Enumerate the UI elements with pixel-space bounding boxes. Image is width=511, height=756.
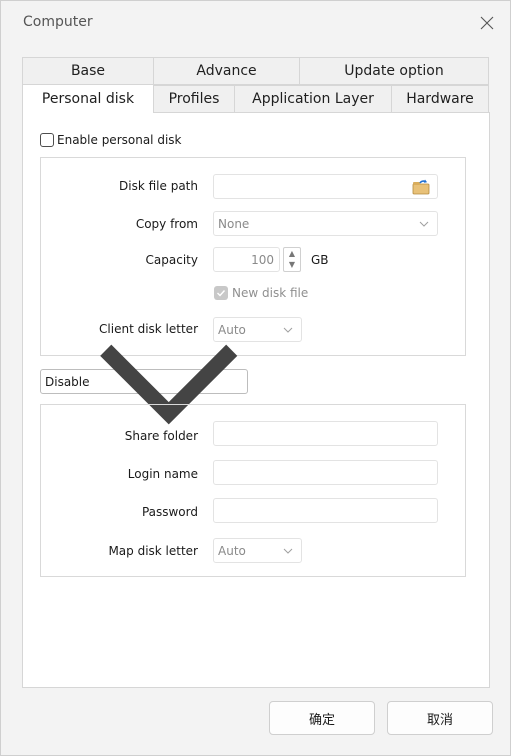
capacity-value: 100 bbox=[251, 252, 274, 267]
tab-application-layer[interactable]: Application Layer bbox=[234, 85, 392, 113]
chevron-down-icon bbox=[419, 221, 429, 227]
password-input[interactable] bbox=[213, 498, 438, 523]
dialog-window: Computer Base Advance Update option Pers… bbox=[0, 0, 511, 756]
disk-file-path-input[interactable] bbox=[213, 174, 438, 199]
new-disk-file-checkbox[interactable]: New disk file bbox=[214, 286, 308, 300]
capacity-input[interactable]: 100 bbox=[213, 247, 280, 272]
stepper-down-icon[interactable]: ▼ bbox=[284, 259, 300, 270]
stepper-up-icon[interactable]: ▲ bbox=[284, 248, 300, 259]
tab-strip: Base Advance Update option Personal disk… bbox=[22, 57, 490, 113]
cancel-button[interactable]: 取消 bbox=[387, 701, 493, 735]
folder-refresh-icon bbox=[412, 179, 430, 195]
title-bar: Computer bbox=[1, 1, 510, 45]
window-title: Computer bbox=[23, 14, 93, 30]
ok-button[interactable]: 确定 bbox=[269, 701, 375, 735]
close-button[interactable] bbox=[470, 7, 504, 39]
login-name-label: Login name bbox=[127, 467, 198, 481]
tab-label: Profiles bbox=[168, 91, 220, 107]
tab-label: Personal disk bbox=[41, 91, 135, 107]
tab-update-option[interactable]: Update option bbox=[299, 57, 489, 85]
close-icon bbox=[480, 16, 494, 30]
enable-personal-disk-label: Enable personal disk bbox=[57, 133, 182, 147]
browse-folder-button[interactable] bbox=[411, 178, 431, 196]
capacity-label: Capacity bbox=[145, 253, 198, 267]
share-mode-value: Disable bbox=[45, 374, 90, 389]
map-disk-letter-select[interactable]: Auto bbox=[213, 538, 302, 563]
chevron-down-icon bbox=[283, 548, 293, 554]
checkbox-box[interactable] bbox=[40, 133, 54, 147]
tab-personal-disk[interactable]: Personal disk bbox=[22, 84, 154, 113]
capacity-unit: GB bbox=[311, 253, 329, 267]
cancel-button-label: 取消 bbox=[426, 712, 453, 728]
map-disk-letter-value: Auto bbox=[218, 543, 246, 558]
ok-button-label: 确定 bbox=[308, 712, 335, 728]
copy-from-label: Copy from bbox=[135, 217, 198, 231]
chevron-down-icon bbox=[283, 327, 293, 333]
share-group: Share folder Login name Password Map dis… bbox=[40, 404, 466, 577]
login-name-input[interactable] bbox=[213, 460, 438, 485]
password-label: Password bbox=[141, 505, 198, 519]
map-disk-letter-label: Map disk letter bbox=[108, 544, 198, 558]
copy-from-value: None bbox=[218, 216, 250, 231]
tab-label: Application Layer bbox=[252, 91, 374, 107]
share-folder-label: Share folder bbox=[124, 429, 198, 443]
tab-label: Update option bbox=[344, 63, 444, 79]
share-folder-input[interactable] bbox=[213, 421, 438, 446]
tab-label: Hardware bbox=[406, 91, 474, 107]
disk-file-path-label: Disk file path bbox=[119, 179, 198, 193]
tab-base[interactable]: Base bbox=[22, 57, 154, 85]
tab-label: Base bbox=[70, 63, 106, 79]
enable-personal-disk-checkbox[interactable]: Enable personal disk bbox=[40, 133, 181, 147]
tab-advance[interactable]: Advance bbox=[153, 57, 300, 85]
capacity-stepper[interactable]: ▲ ▼ bbox=[283, 247, 301, 272]
copy-from-select[interactable]: None bbox=[213, 211, 438, 236]
tab-panel-personal-disk: Enable personal disk Disk file path Copy… bbox=[22, 112, 490, 688]
checkbox-checked-icon bbox=[214, 286, 228, 300]
tab-hardware[interactable]: Hardware bbox=[391, 85, 489, 113]
tab-label: Advance bbox=[196, 63, 257, 79]
share-mode-select[interactable]: Disable bbox=[40, 344, 248, 425]
tab-profiles[interactable]: Profiles bbox=[153, 85, 235, 113]
new-disk-file-label: New disk file bbox=[232, 286, 309, 300]
